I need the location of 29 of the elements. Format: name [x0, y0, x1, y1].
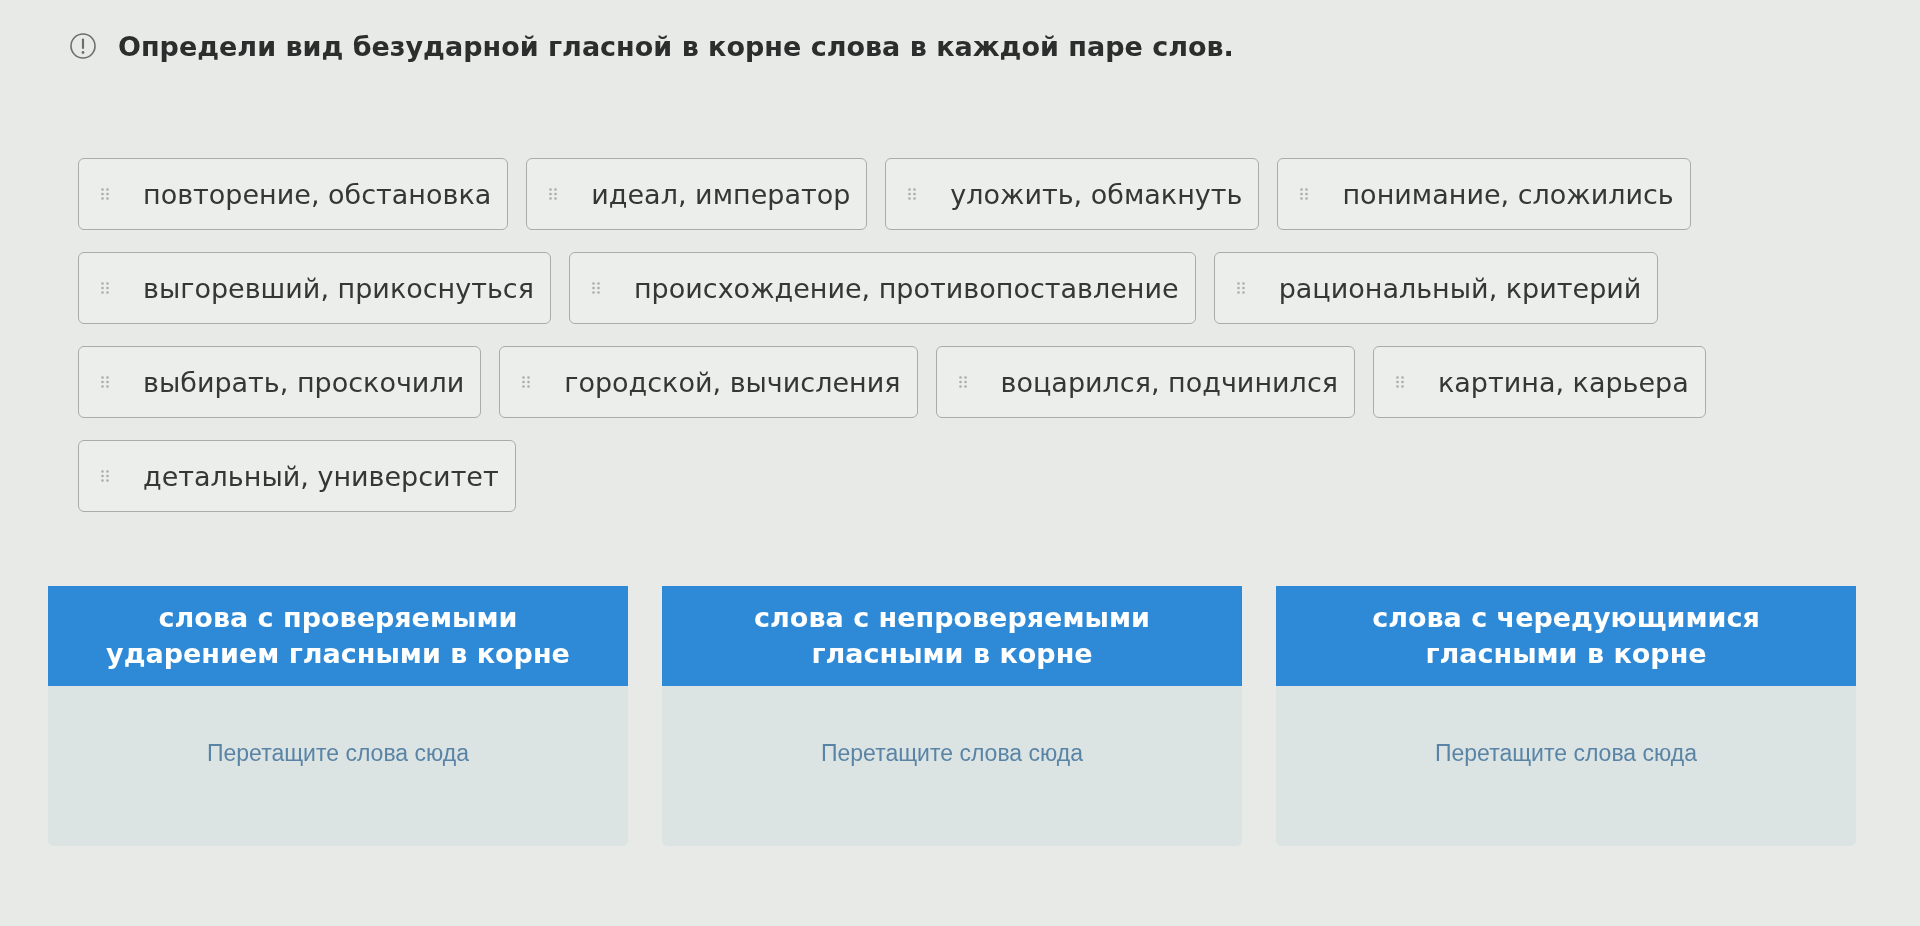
- grip-dots-icon: [101, 470, 109, 482]
- word-card[interactable]: идеал, император: [526, 158, 868, 230]
- grip-dots-icon: [101, 376, 109, 388]
- word-card[interactable]: рациональный, критерий: [1213, 252, 1659, 324]
- grip-dots-icon: [101, 188, 109, 200]
- grip-dots-icon: [549, 188, 558, 200]
- category-header: слова с чередующимися гласными в корне: [1276, 586, 1856, 686]
- exclamation-icon: [70, 33, 96, 59]
- grip-dots-icon: [1395, 376, 1404, 388]
- grip-dots-icon: [522, 376, 531, 388]
- word-card[interactable]: понимание, сложились: [1277, 158, 1691, 230]
- grip-dots-icon: [958, 376, 967, 388]
- task-instruction: Определи вид безударной гласной в корне слова в каждой паре слов.: [118, 30, 1234, 62]
- category-header: слова с проверяемыми ударением гласными в корне: [48, 586, 628, 686]
- word-card[interactable]: воцарился, подчинился: [935, 346, 1355, 418]
- word-card[interactable]: выгоревший, прикоснуться: [78, 252, 551, 324]
- word-card[interactable]: городской, вычисления: [499, 346, 918, 418]
- word-card[interactable]: повторение, обстановка: [78, 158, 509, 230]
- category-header: слова с непроверяемыми гласными в корне: [662, 586, 1242, 686]
- grip-dots-icon: [1236, 282, 1245, 294]
- grip-dots-icon: [1300, 188, 1309, 200]
- grip-dots-icon: [591, 282, 600, 294]
- word-card[interactable]: уложить, обмакнуть: [885, 158, 1260, 230]
- word-card[interactable]: картина, карьера: [1372, 346, 1706, 418]
- grip-dots-icon: [101, 282, 109, 294]
- word-card[interactable]: происхождение, противопоставление: [568, 252, 1196, 324]
- grip-dots-icon: [908, 188, 917, 200]
- word-card[interactable]: детальный, университет: [78, 440, 516, 512]
- word-card[interactable]: выбирать, проскочили: [78, 346, 482, 418]
